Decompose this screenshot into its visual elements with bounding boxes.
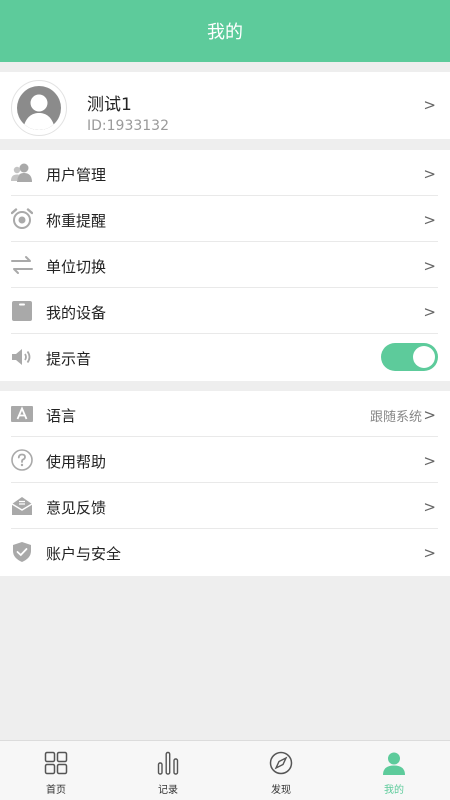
row-language[interactable]: 语言 跟随系统 > xyxy=(0,391,450,437)
row-my-devices[interactable]: 我的设备 > xyxy=(0,288,450,334)
row-label: 我的设备 xyxy=(46,304,107,322)
chevron-right-icon: > xyxy=(423,544,436,562)
row-feedback[interactable]: 意见反馈 > xyxy=(0,483,450,529)
row-account-security[interactable]: 账户与安全 > xyxy=(0,529,450,575)
settings-group-2: 语言 跟随系统 > 使用帮助 > 意见反馈 > 账户与安全 > xyxy=(0,391,450,576)
row-label: 单位切换 xyxy=(46,258,107,276)
speaker-icon xyxy=(11,346,33,368)
row-weigh-reminder[interactable]: 称重提醒 > xyxy=(0,196,450,242)
chevron-right-icon: > xyxy=(423,498,436,516)
chevron-right-icon: > xyxy=(423,165,436,183)
envelope-icon xyxy=(11,495,33,517)
tab-label: 发现 xyxy=(271,785,291,796)
users-icon xyxy=(11,162,33,184)
default-avatar-icon xyxy=(17,86,61,130)
row-label: 称重提醒 xyxy=(46,212,107,230)
prompt-sound-toggle[interactable] xyxy=(381,343,438,371)
row-label: 提示音 xyxy=(46,350,92,368)
row-help[interactable]: 使用帮助 > xyxy=(0,437,450,483)
chevron-right-icon: > xyxy=(423,452,436,470)
toggle-knob xyxy=(413,346,435,368)
row-user-management[interactable]: 用户管理 > xyxy=(0,150,450,196)
row-label: 语言 xyxy=(46,407,77,425)
language-value: 跟随系统 xyxy=(369,410,422,425)
row-unit-switch[interactable]: 单位切换 > xyxy=(0,242,450,288)
bar-chart-icon xyxy=(156,751,180,775)
language-a-icon xyxy=(11,403,33,425)
page-title: 我的 xyxy=(207,22,243,43)
tab-label: 首页 xyxy=(46,785,66,796)
compass-icon xyxy=(269,751,293,775)
alarm-clock-icon xyxy=(10,208,34,230)
question-icon xyxy=(11,449,33,471)
row-prompt-sound: 提示音 xyxy=(0,334,450,380)
tab-discover[interactable]: 发现 xyxy=(225,741,337,800)
tab-label: 记录 xyxy=(158,785,178,796)
settings-group-1: 用户管理 > 称重提醒 > 单位切换 > 我的设备 > 提示音 xyxy=(0,150,450,381)
chevron-right-icon: > xyxy=(423,303,436,321)
device-icon xyxy=(11,300,33,322)
profile-id: ID:1933132 xyxy=(87,118,169,134)
chevron-right-icon: > xyxy=(423,96,436,114)
swap-arrows-icon xyxy=(11,254,33,276)
tab-mine[interactable]: 我的 xyxy=(338,741,450,800)
person-icon xyxy=(382,751,406,775)
grid-icon xyxy=(44,751,68,775)
profile-name: 测试1 xyxy=(87,95,132,115)
row-label: 用户管理 xyxy=(46,166,107,184)
row-label: 意见反馈 xyxy=(46,499,107,517)
shield-check-icon xyxy=(11,541,33,563)
chevron-right-icon: > xyxy=(423,211,436,229)
chevron-right-icon: > xyxy=(423,257,436,275)
profile-card[interactable]: 测试1 ID:1933132 > xyxy=(0,72,450,139)
avatar[interactable] xyxy=(11,80,67,136)
tab-records[interactable]: 记录 xyxy=(112,741,224,800)
chevron-right-icon: > xyxy=(423,406,436,424)
bottom-tab-bar: 首页 记录 发现 我的 xyxy=(0,740,450,800)
top-bar: 我的 xyxy=(0,0,450,62)
row-label: 账户与安全 xyxy=(46,545,122,563)
tab-label: 我的 xyxy=(384,785,404,796)
row-label: 使用帮助 xyxy=(46,453,107,471)
tab-home[interactable]: 首页 xyxy=(0,741,112,800)
